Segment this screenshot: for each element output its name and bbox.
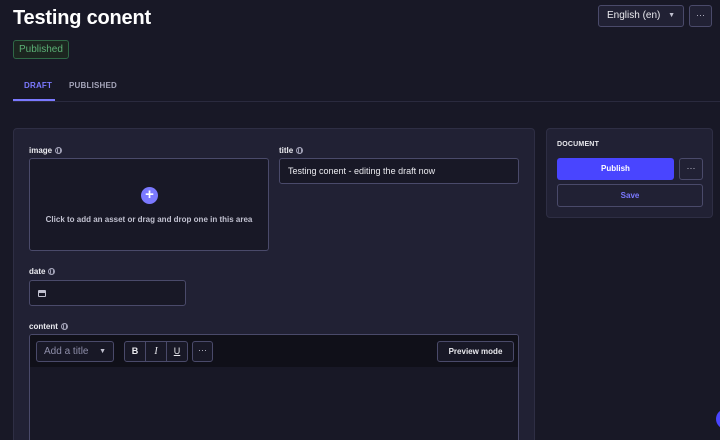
date-field-label: date bbox=[29, 267, 56, 276]
plus-circle-icon[interactable]: + bbox=[141, 187, 158, 204]
date-input[interactable] bbox=[29, 280, 186, 306]
document-heading: DOCUMENT bbox=[557, 141, 600, 148]
bold-button[interactable]: B bbox=[125, 342, 146, 361]
save-button[interactable]: Save bbox=[557, 184, 703, 207]
help-button[interactable] bbox=[716, 409, 720, 429]
tab-draft[interactable]: DRAFT bbox=[24, 81, 52, 90]
dropzone-text: Click to add an asset or drag and drop o… bbox=[45, 215, 253, 224]
preview-mode-button[interactable]: Preview mode bbox=[437, 341, 514, 362]
calendar-icon bbox=[38, 290, 46, 297]
chevron-down-icon: ▼ bbox=[99, 348, 106, 355]
globe-icon bbox=[48, 268, 56, 275]
image-dropzone[interactable]: + Click to add an asset or drag and drop… bbox=[29, 158, 269, 251]
title-field-label: title bbox=[279, 146, 304, 155]
header-more-button[interactable]: ··· bbox=[689, 5, 712, 27]
tabs-divider bbox=[13, 101, 720, 102]
content-editor[interactable]: Add a title ▼ B I U ··· Preview mode bbox=[29, 334, 519, 440]
page-title: Testing conent bbox=[13, 7, 151, 29]
image-field-label: image bbox=[29, 146, 63, 155]
globe-icon bbox=[55, 147, 63, 154]
title-input[interactable]: Testing conent - editing the draft now bbox=[279, 158, 519, 184]
publish-button[interactable]: Publish bbox=[557, 158, 674, 180]
locale-label: English (en) bbox=[607, 10, 661, 21]
tab-published[interactable]: PUBLISHED bbox=[69, 81, 117, 90]
globe-icon bbox=[60, 323, 68, 330]
editor-toolbar: Add a title ▼ B I U ··· Preview mode bbox=[30, 335, 518, 367]
content-field-label: content bbox=[29, 322, 68, 331]
chevron-down-icon: ▼ bbox=[668, 12, 675, 19]
document-panel: DOCUMENT Publish ··· Save bbox=[546, 128, 713, 218]
editor-more-button[interactable]: ··· bbox=[192, 341, 213, 362]
heading-select-placeholder: Add a title bbox=[44, 346, 89, 357]
heading-select[interactable]: Add a title ▼ bbox=[36, 341, 114, 362]
underline-button[interactable]: U bbox=[167, 342, 187, 361]
italic-button[interactable]: I bbox=[146, 342, 167, 361]
locale-select[interactable]: English (en) ▼ bbox=[598, 5, 684, 27]
globe-icon bbox=[296, 147, 304, 154]
status-badge: Published bbox=[13, 40, 69, 59]
document-more-button[interactable]: ··· bbox=[679, 158, 703, 180]
format-button-group: B I U bbox=[124, 341, 188, 362]
